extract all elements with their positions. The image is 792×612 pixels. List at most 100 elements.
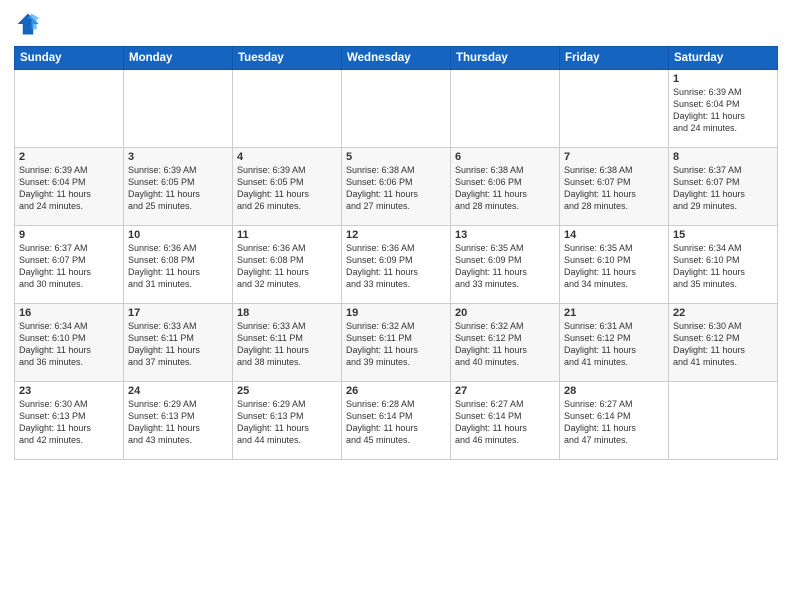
day-info: Sunrise: 6:35 AM Sunset: 6:10 PM Dayligh… bbox=[564, 242, 664, 291]
day-number: 8 bbox=[673, 151, 773, 163]
week-row-3: 16Sunrise: 6:34 AM Sunset: 6:10 PM Dayli… bbox=[15, 304, 778, 382]
day-number: 22 bbox=[673, 307, 773, 319]
day-cell: 23Sunrise: 6:30 AM Sunset: 6:13 PM Dayli… bbox=[15, 382, 124, 460]
day-number: 14 bbox=[564, 229, 664, 241]
day-number: 27 bbox=[455, 385, 555, 397]
day-cell: 27Sunrise: 6:27 AM Sunset: 6:14 PM Dayli… bbox=[451, 382, 560, 460]
day-cell: 8Sunrise: 6:37 AM Sunset: 6:07 PM Daylig… bbox=[669, 148, 778, 226]
day-cell: 22Sunrise: 6:30 AM Sunset: 6:12 PM Dayli… bbox=[669, 304, 778, 382]
day-cell: 4Sunrise: 6:39 AM Sunset: 6:05 PM Daylig… bbox=[233, 148, 342, 226]
day-info: Sunrise: 6:38 AM Sunset: 6:07 PM Dayligh… bbox=[564, 164, 664, 213]
day-number: 10 bbox=[128, 229, 228, 241]
header bbox=[14, 10, 778, 38]
day-number: 28 bbox=[564, 385, 664, 397]
day-info: Sunrise: 6:29 AM Sunset: 6:13 PM Dayligh… bbox=[128, 398, 228, 447]
day-number: 2 bbox=[19, 151, 119, 163]
day-info: Sunrise: 6:38 AM Sunset: 6:06 PM Dayligh… bbox=[455, 164, 555, 213]
day-cell: 26Sunrise: 6:28 AM Sunset: 6:14 PM Dayli… bbox=[342, 382, 451, 460]
day-cell: 17Sunrise: 6:33 AM Sunset: 6:11 PM Dayli… bbox=[124, 304, 233, 382]
weekday-thursday: Thursday bbox=[451, 47, 560, 70]
day-cell: 2Sunrise: 6:39 AM Sunset: 6:04 PM Daylig… bbox=[15, 148, 124, 226]
day-info: Sunrise: 6:27 AM Sunset: 6:14 PM Dayligh… bbox=[564, 398, 664, 447]
day-cell bbox=[124, 70, 233, 148]
day-number: 5 bbox=[346, 151, 446, 163]
day-number: 1 bbox=[673, 73, 773, 85]
weekday-tuesday: Tuesday bbox=[233, 47, 342, 70]
day-cell bbox=[342, 70, 451, 148]
calendar-table: SundayMondayTuesdayWednesdayThursdayFrid… bbox=[14, 46, 778, 460]
weekday-wednesday: Wednesday bbox=[342, 47, 451, 70]
logo bbox=[14, 10, 46, 38]
day-info: Sunrise: 6:27 AM Sunset: 6:14 PM Dayligh… bbox=[455, 398, 555, 447]
day-info: Sunrise: 6:36 AM Sunset: 6:08 PM Dayligh… bbox=[237, 242, 337, 291]
weekday-monday: Monday bbox=[124, 47, 233, 70]
week-row-0: 1Sunrise: 6:39 AM Sunset: 6:04 PM Daylig… bbox=[15, 70, 778, 148]
day-info: Sunrise: 6:36 AM Sunset: 6:08 PM Dayligh… bbox=[128, 242, 228, 291]
day-info: Sunrise: 6:31 AM Sunset: 6:12 PM Dayligh… bbox=[564, 320, 664, 369]
day-number: 6 bbox=[455, 151, 555, 163]
day-cell: 1Sunrise: 6:39 AM Sunset: 6:04 PM Daylig… bbox=[669, 70, 778, 148]
day-cell: 13Sunrise: 6:35 AM Sunset: 6:09 PM Dayli… bbox=[451, 226, 560, 304]
day-cell: 11Sunrise: 6:36 AM Sunset: 6:08 PM Dayli… bbox=[233, 226, 342, 304]
day-cell: 20Sunrise: 6:32 AM Sunset: 6:12 PM Dayli… bbox=[451, 304, 560, 382]
day-cell: 18Sunrise: 6:33 AM Sunset: 6:11 PM Dayli… bbox=[233, 304, 342, 382]
week-row-1: 2Sunrise: 6:39 AM Sunset: 6:04 PM Daylig… bbox=[15, 148, 778, 226]
day-number: 18 bbox=[237, 307, 337, 319]
day-info: Sunrise: 6:34 AM Sunset: 6:10 PM Dayligh… bbox=[673, 242, 773, 291]
day-info: Sunrise: 6:30 AM Sunset: 6:12 PM Dayligh… bbox=[673, 320, 773, 369]
day-number: 12 bbox=[346, 229, 446, 241]
day-info: Sunrise: 6:39 AM Sunset: 6:04 PM Dayligh… bbox=[19, 164, 119, 213]
day-info: Sunrise: 6:33 AM Sunset: 6:11 PM Dayligh… bbox=[237, 320, 337, 369]
weekday-saturday: Saturday bbox=[669, 47, 778, 70]
day-number: 11 bbox=[237, 229, 337, 241]
day-info: Sunrise: 6:37 AM Sunset: 6:07 PM Dayligh… bbox=[673, 164, 773, 213]
day-number: 17 bbox=[128, 307, 228, 319]
day-number: 9 bbox=[19, 229, 119, 241]
day-number: 24 bbox=[128, 385, 228, 397]
day-cell bbox=[451, 70, 560, 148]
week-row-2: 9Sunrise: 6:37 AM Sunset: 6:07 PM Daylig… bbox=[15, 226, 778, 304]
day-cell: 25Sunrise: 6:29 AM Sunset: 6:13 PM Dayli… bbox=[233, 382, 342, 460]
day-info: Sunrise: 6:32 AM Sunset: 6:12 PM Dayligh… bbox=[455, 320, 555, 369]
day-cell: 9Sunrise: 6:37 AM Sunset: 6:07 PM Daylig… bbox=[15, 226, 124, 304]
day-number: 13 bbox=[455, 229, 555, 241]
day-cell: 5Sunrise: 6:38 AM Sunset: 6:06 PM Daylig… bbox=[342, 148, 451, 226]
day-number: 19 bbox=[346, 307, 446, 319]
day-info: Sunrise: 6:39 AM Sunset: 6:05 PM Dayligh… bbox=[237, 164, 337, 213]
day-info: Sunrise: 6:29 AM Sunset: 6:13 PM Dayligh… bbox=[237, 398, 337, 447]
day-info: Sunrise: 6:34 AM Sunset: 6:10 PM Dayligh… bbox=[19, 320, 119, 369]
day-cell bbox=[15, 70, 124, 148]
day-number: 4 bbox=[237, 151, 337, 163]
day-cell: 21Sunrise: 6:31 AM Sunset: 6:12 PM Dayli… bbox=[560, 304, 669, 382]
day-cell: 7Sunrise: 6:38 AM Sunset: 6:07 PM Daylig… bbox=[560, 148, 669, 226]
day-number: 3 bbox=[128, 151, 228, 163]
day-cell: 28Sunrise: 6:27 AM Sunset: 6:14 PM Dayli… bbox=[560, 382, 669, 460]
day-info: Sunrise: 6:39 AM Sunset: 6:04 PM Dayligh… bbox=[673, 86, 773, 135]
logo-icon bbox=[14, 10, 42, 38]
day-number: 16 bbox=[19, 307, 119, 319]
day-info: Sunrise: 6:30 AM Sunset: 6:13 PM Dayligh… bbox=[19, 398, 119, 447]
day-cell: 16Sunrise: 6:34 AM Sunset: 6:10 PM Dayli… bbox=[15, 304, 124, 382]
day-cell: 19Sunrise: 6:32 AM Sunset: 6:11 PM Dayli… bbox=[342, 304, 451, 382]
day-cell: 10Sunrise: 6:36 AM Sunset: 6:08 PM Dayli… bbox=[124, 226, 233, 304]
day-info: Sunrise: 6:32 AM Sunset: 6:11 PM Dayligh… bbox=[346, 320, 446, 369]
weekday-header-row: SundayMondayTuesdayWednesdayThursdayFrid… bbox=[15, 47, 778, 70]
page: SundayMondayTuesdayWednesdayThursdayFrid… bbox=[0, 0, 792, 612]
day-cell: 15Sunrise: 6:34 AM Sunset: 6:10 PM Dayli… bbox=[669, 226, 778, 304]
day-info: Sunrise: 6:39 AM Sunset: 6:05 PM Dayligh… bbox=[128, 164, 228, 213]
day-number: 7 bbox=[564, 151, 664, 163]
day-number: 21 bbox=[564, 307, 664, 319]
day-number: 26 bbox=[346, 385, 446, 397]
day-cell: 24Sunrise: 6:29 AM Sunset: 6:13 PM Dayli… bbox=[124, 382, 233, 460]
day-cell: 3Sunrise: 6:39 AM Sunset: 6:05 PM Daylig… bbox=[124, 148, 233, 226]
day-cell bbox=[669, 382, 778, 460]
day-info: Sunrise: 6:36 AM Sunset: 6:09 PM Dayligh… bbox=[346, 242, 446, 291]
day-number: 23 bbox=[19, 385, 119, 397]
day-cell bbox=[233, 70, 342, 148]
day-number: 25 bbox=[237, 385, 337, 397]
day-info: Sunrise: 6:28 AM Sunset: 6:14 PM Dayligh… bbox=[346, 398, 446, 447]
day-info: Sunrise: 6:37 AM Sunset: 6:07 PM Dayligh… bbox=[19, 242, 119, 291]
day-cell: 6Sunrise: 6:38 AM Sunset: 6:06 PM Daylig… bbox=[451, 148, 560, 226]
day-cell: 14Sunrise: 6:35 AM Sunset: 6:10 PM Dayli… bbox=[560, 226, 669, 304]
day-info: Sunrise: 6:35 AM Sunset: 6:09 PM Dayligh… bbox=[455, 242, 555, 291]
